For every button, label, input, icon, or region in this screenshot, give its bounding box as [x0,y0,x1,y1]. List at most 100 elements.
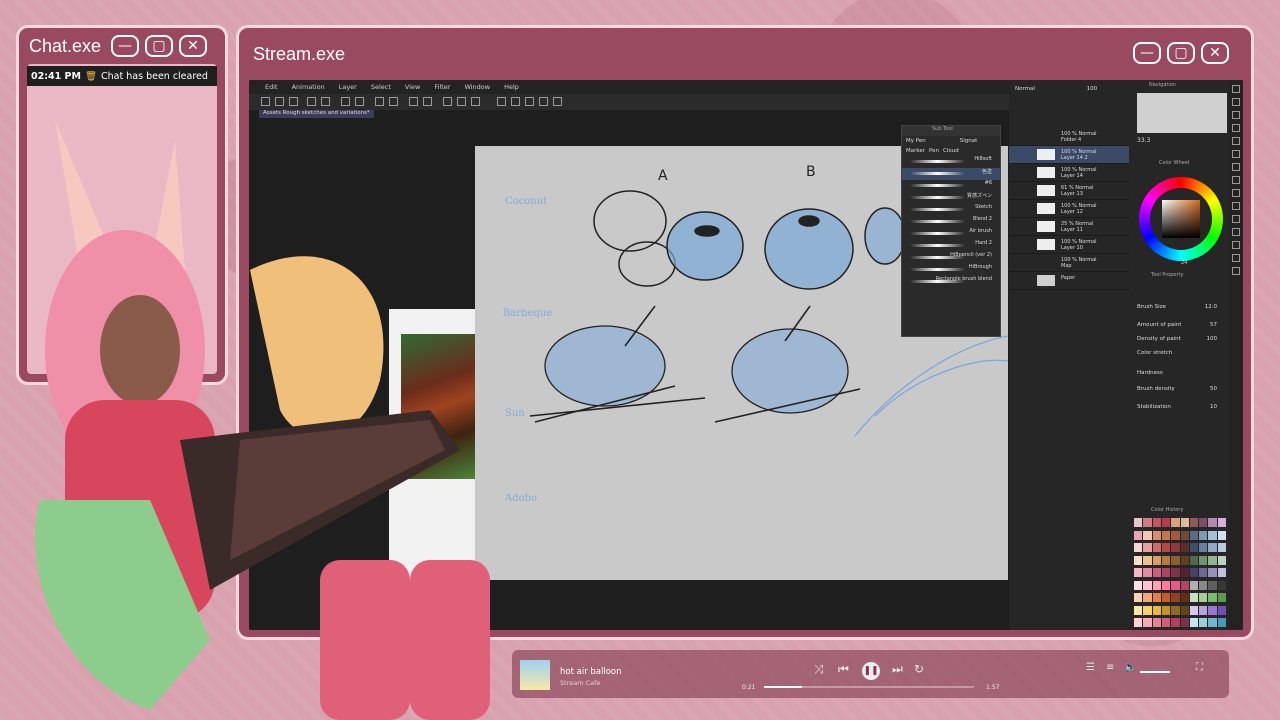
move-icon[interactable] [1232,111,1240,119]
save-icon[interactable] [289,97,298,106]
color-swatch[interactable] [1171,518,1180,527]
color-swatch[interactable] [1189,518,1199,527]
blend-mode-select[interactable]: Normal [1015,86,1035,92]
minimize-button[interactable]: — [111,35,139,57]
brush-item[interactable]: Blend 2 [902,216,1000,228]
color-swatch[interactable] [1143,543,1152,553]
layer-row[interactable]: 100 % Normal Folder 4 [1009,128,1129,146]
lyrics-icon[interactable]: ☰ [1086,662,1095,673]
brush-item[interactable]: #6 [902,180,1000,192]
color-swatch[interactable] [1152,530,1161,540]
color-swatch[interactable] [1152,568,1161,578]
pencil-icon[interactable] [1232,176,1240,184]
color-swatch[interactable] [1180,580,1189,590]
color-swatch[interactable] [1199,568,1208,578]
color-swatch[interactable] [1208,593,1217,603]
gradient-icon[interactable] [1232,241,1240,249]
layer-row-selected[interactable]: 100 % Normal Layer 14 2 [1009,146,1129,164]
open-icon[interactable] [275,97,284,106]
color-swatch[interactable] [1171,618,1180,628]
grid-icon[interactable] [511,97,520,106]
color-swatch[interactable] [1171,530,1180,540]
lasso-icon[interactable] [375,97,384,106]
progress-bar[interactable] [764,686,974,688]
color-swatch[interactable] [1189,530,1199,540]
color-swatch[interactable] [1180,555,1189,565]
color-swatch[interactable] [1161,530,1171,540]
volume-icon[interactable]: 🔈 [1124,662,1136,673]
color-swatch[interactable] [1143,580,1152,590]
prop-stabilization[interactable]: Stabilization 10 [1137,404,1223,410]
lasso-icon[interactable] [1232,137,1240,145]
previous-icon[interactable]: ⏮ [838,662,849,677]
color-swatch[interactable] [1180,568,1189,578]
prop-brush-size[interactable]: Brush Size 12.0 [1137,304,1223,310]
brush-item[interactable]: Air brush [902,228,1000,240]
color-swatch[interactable] [1180,618,1189,628]
color-swatch[interactable] [1189,543,1199,553]
color-swatch[interactable] [1171,580,1180,590]
prop-color-stretch[interactable]: Color stretch [1137,350,1223,356]
layer-row[interactable]: 100 % Normal Layer 14 [1009,164,1129,182]
color-swatch[interactable] [1143,530,1152,540]
layout-icon[interactable] [525,97,534,106]
select-icon[interactable] [1232,124,1240,132]
minimize-button[interactable]: — [1133,42,1161,64]
fullscreen-icon[interactable] [539,97,548,106]
color-swatch[interactable] [1161,593,1171,603]
brush-icon[interactable] [1232,189,1240,197]
color-swatch[interactable] [1180,530,1189,540]
fill-icon[interactable] [389,97,398,106]
pause-button[interactable]: ❚❚ [862,662,880,680]
maximize-button[interactable]: ▢ [1167,42,1195,64]
color-swatch[interactable] [1217,518,1226,527]
zoom-icon[interactable] [1232,85,1240,93]
color-swatch[interactable] [1161,518,1171,527]
layer-row[interactable]: 100 % Normal Layer 10 [1009,236,1129,254]
menu-item-help[interactable]: Help [504,83,519,91]
menu-item-window[interactable]: Window [464,83,490,91]
color-swatch[interactable] [1189,555,1199,565]
color-swatch[interactable] [1180,605,1189,615]
repeat-icon[interactable]: ↻ [914,662,924,676]
tab-signature[interactable]: Signat [960,138,978,144]
window-icon[interactable] [553,97,562,106]
group-marker[interactable]: Marker [906,148,925,154]
ruler-icon[interactable] [423,97,432,106]
brush-item[interactable]: HiBpencil (ver 2) [902,252,1000,264]
canvas-tab[interactable]: Assets Rough sketches and variations* [259,110,374,118]
saturation-square[interactable] [1162,200,1200,238]
color-swatch[interactable] [1189,568,1199,578]
color-swatch[interactable] [1152,618,1161,628]
layer-row[interactable]: 61 % Normal Layer 13 [1009,182,1129,200]
color-swatch[interactable] [1199,605,1208,615]
prop-amount-of-paint[interactable]: Amount of paint 57 [1137,322,1223,328]
eyedropper-icon[interactable] [1232,150,1240,158]
color-swatch[interactable] [1152,580,1161,590]
color-swatch[interactable] [1208,555,1217,565]
color-swatch[interactable] [1152,593,1161,603]
redo-icon[interactable] [321,97,330,106]
color-swatch[interactable] [1208,605,1217,615]
color-swatch[interactable] [1134,518,1143,527]
color-swatch[interactable] [1208,618,1217,628]
color-swatch[interactable] [1152,518,1161,527]
color-swatch[interactable] [1189,593,1199,603]
color-swatch[interactable] [1143,593,1152,603]
color-swatch[interactable] [1161,568,1171,578]
brush-item[interactable]: Rectangle brush blend [902,276,1000,288]
color-swatch[interactable] [1180,543,1189,553]
fullscreen-icon[interactable]: ⛶ [1196,662,1203,673]
text-icon[interactable] [1232,254,1240,262]
pen-pressure-icon[interactable] [443,97,452,106]
color-swatch[interactable] [1171,555,1180,565]
layer-opacity[interactable]: 100 [1087,86,1098,92]
brush-item[interactable]: Sketch [902,204,1000,216]
brush-item-selected[interactable]: 色塗 [902,168,1000,180]
pen-icon[interactable] [1232,163,1240,171]
clear-icon[interactable] [341,97,350,106]
color-swatch[interactable] [1217,618,1226,628]
queue-icon[interactable]: ≡ [1106,662,1114,673]
maximize-button[interactable]: ▢ [145,35,173,57]
fill-icon[interactable] [1232,228,1240,236]
